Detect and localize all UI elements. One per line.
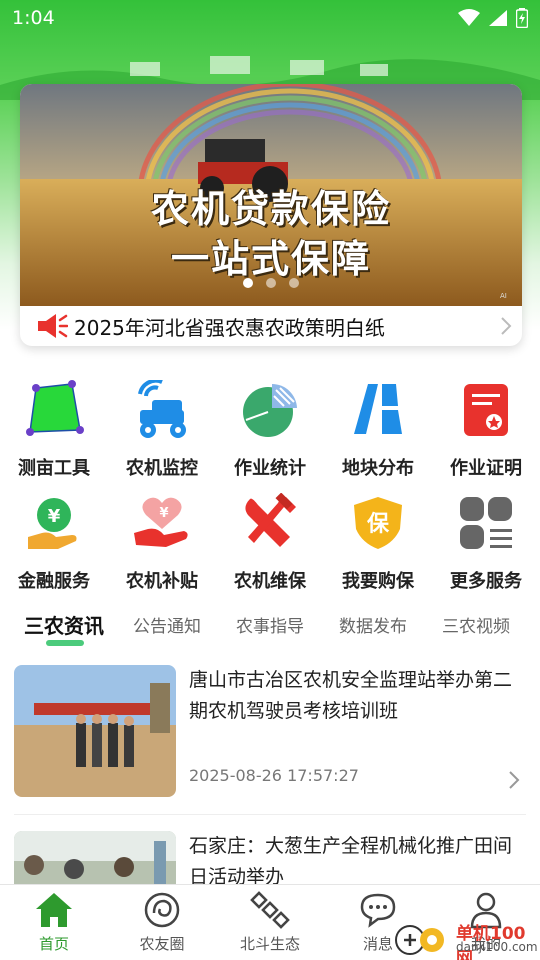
circle-swirl-icon (144, 892, 180, 928)
wifi-icon (458, 9, 480, 26)
service-machine-maintenance[interactable]: 农机维保 (216, 493, 324, 593)
service-more[interactable]: 更多服务 (432, 493, 540, 593)
nav-home[interactable]: 首页 (4, 891, 104, 954)
chevron-right-icon (509, 771, 520, 789)
news-photo (14, 665, 176, 797)
service-label: 更多服务 (450, 571, 522, 592)
banner-headline-line2: 一站式保障 (170, 237, 371, 281)
svg-text:¥: ¥ (159, 506, 168, 521)
site-watermark: 单机100网 danji100.com (392, 916, 540, 960)
banner-carousel[interactable]: AI 农机贷款保险 一站式保障 2025年河北省强农惠农政策明白纸 (20, 84, 522, 346)
status-bar: 1:04 (0, 0, 540, 36)
svg-text:¥: ¥ (48, 506, 61, 527)
signal-icon (489, 10, 507, 26)
service-label: 测亩工具 (18, 458, 90, 479)
subsidy-heart-icon: ¥ (134, 497, 188, 547)
service-machine-monitor[interactable]: 农机监控 (108, 380, 216, 480)
chevron-right-icon (501, 317, 512, 335)
service-label: 农机补贴 (126, 571, 198, 592)
field-blocks-icon (354, 384, 402, 434)
nav-farmer-circle[interactable]: 农友圈 (112, 891, 212, 954)
service-label: 农机维保 (234, 571, 306, 592)
tab-farming-guidance[interactable]: 农事指导 (236, 612, 304, 637)
home-icon (36, 893, 72, 927)
service-label: 我要购保 (342, 571, 414, 592)
service-label: 农机监控 (126, 458, 198, 479)
svg-text:AI: AI (500, 292, 507, 300)
satellite-icon (250, 891, 290, 929)
service-buy-insurance[interactable]: 保 我要购保 (324, 493, 432, 593)
certificate-icon (464, 384, 508, 436)
active-tab-indicator (46, 640, 84, 646)
nav-beidou-ecosystem[interactable]: 北斗生态 (220, 891, 320, 954)
tab-announcements[interactable]: 公告通知 (133, 612, 201, 637)
wrench-hammer-icon (245, 493, 296, 547)
news-thumbnail (14, 665, 176, 797)
service-label: 作业证明 (450, 458, 522, 479)
pie-chart-icon (243, 384, 297, 437)
tab-farming-news[interactable]: 三农资讯 (24, 610, 104, 639)
service-label: 作业统计 (234, 458, 306, 479)
service-work-stats[interactable]: 作业统计 (216, 380, 324, 480)
battery-charging-icon (516, 8, 528, 28)
tab-data-release[interactable]: 数据发布 (339, 612, 407, 637)
service-field-distribution[interactable]: 地块分布 (324, 380, 432, 480)
tab-farming-videos[interactable]: 三农视频 (442, 612, 510, 637)
more-grid-icon (460, 497, 512, 549)
tractor-signal-icon (138, 380, 186, 438)
service-finance[interactable]: ¥ 金融服务 (0, 493, 108, 593)
notice-bar[interactable]: 2025年河北省强农惠农政策明白纸 (20, 306, 522, 346)
carousel-dot[interactable] (243, 278, 253, 288)
nav-label: 农友圈 (139, 935, 185, 953)
banner-headline: 农机贷款保险 一站式保障 (20, 184, 522, 284)
service-machine-subsidy[interactable]: ¥ 农机补贴 (108, 493, 216, 593)
nav-label: 首页 (38, 935, 69, 953)
polygon-measure-icon (26, 380, 84, 436)
service-measure-tool[interactable]: 测亩工具 (0, 380, 108, 480)
insurance-shield-icon: 保 (354, 497, 402, 549)
news-title: 唐山市古冶区农机安全监理站举办第二期农机驾驶员考核培训班 (189, 669, 513, 722)
nav-label: 北斗生态 (239, 935, 300, 953)
service-label: 地块分布 (342, 458, 414, 479)
banner-headline-line1: 农机贷款保险 (150, 187, 391, 231)
news-date: 2025-08-26 17:57:27 (189, 766, 359, 785)
watermark-logo (395, 925, 444, 955)
status-time: 1:04 (12, 7, 55, 29)
yuan-hand-icon: ¥ (28, 498, 77, 549)
list-divider (14, 814, 526, 815)
service-label: 金融服务 (18, 571, 90, 592)
carousel-dot[interactable] (289, 278, 299, 288)
megaphone-icon (38, 314, 68, 338)
service-work-certificate[interactable]: 作业证明 (432, 380, 540, 480)
watermark-subtext: danji100.com (456, 940, 538, 954)
carousel-indicator (20, 278, 522, 288)
carousel-dot[interactable] (266, 278, 276, 288)
notice-text: 2025年河北省强农惠农政策明白纸 (74, 315, 385, 340)
svg-text:保: 保 (366, 512, 390, 537)
